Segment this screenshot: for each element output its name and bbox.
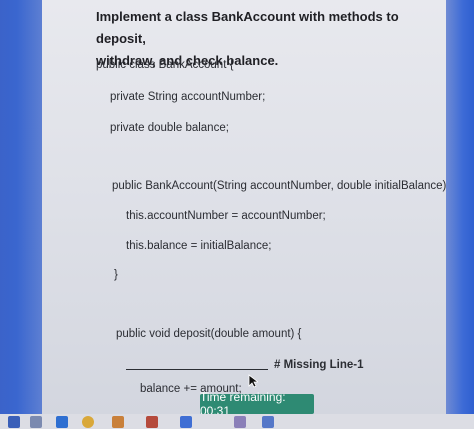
question-page: Implement a class BankAccount with metho… (42, 0, 446, 414)
mouse-cursor-icon (248, 374, 258, 388)
app-icon[interactable] (146, 416, 158, 428)
missing-line-blank[interactable] (126, 369, 268, 370)
code-deposit-declaration: public void deposit(double amount) { (116, 328, 302, 340)
bookmark-icon[interactable] (8, 416, 20, 428)
code-assign-account-number: this.accountNumber = accountNumber; (126, 210, 326, 222)
grid-icon[interactable] (30, 416, 42, 428)
browser-icon[interactable] (56, 416, 68, 428)
app-icon-3[interactable] (262, 416, 274, 428)
app-icon-2[interactable] (234, 416, 246, 428)
monitor-bezel-left (0, 0, 42, 414)
code-constructor-declaration: public BankAccount(String accountNumber,… (112, 180, 446, 192)
chrome-icon[interactable] (82, 416, 94, 428)
missing-line-label: # Missing Line-1 (274, 359, 364, 371)
code-field-balance: private double balance; (110, 122, 229, 134)
monitor-bezel-right (446, 0, 474, 414)
code-class-declaration: public class BankAccount { (96, 59, 234, 71)
code-assign-balance: this.balance = initialBalance; (126, 240, 272, 252)
code-field-account-number: private String accountNumber; (110, 91, 266, 103)
time-remaining-badge: Time remaining: 00:31 (200, 390, 314, 414)
settings-icon[interactable] (180, 416, 192, 428)
code-close-brace: } (114, 269, 118, 281)
question-line-1: Implement a class BankAccount with metho… (96, 9, 399, 46)
window-icon[interactable] (112, 416, 124, 428)
